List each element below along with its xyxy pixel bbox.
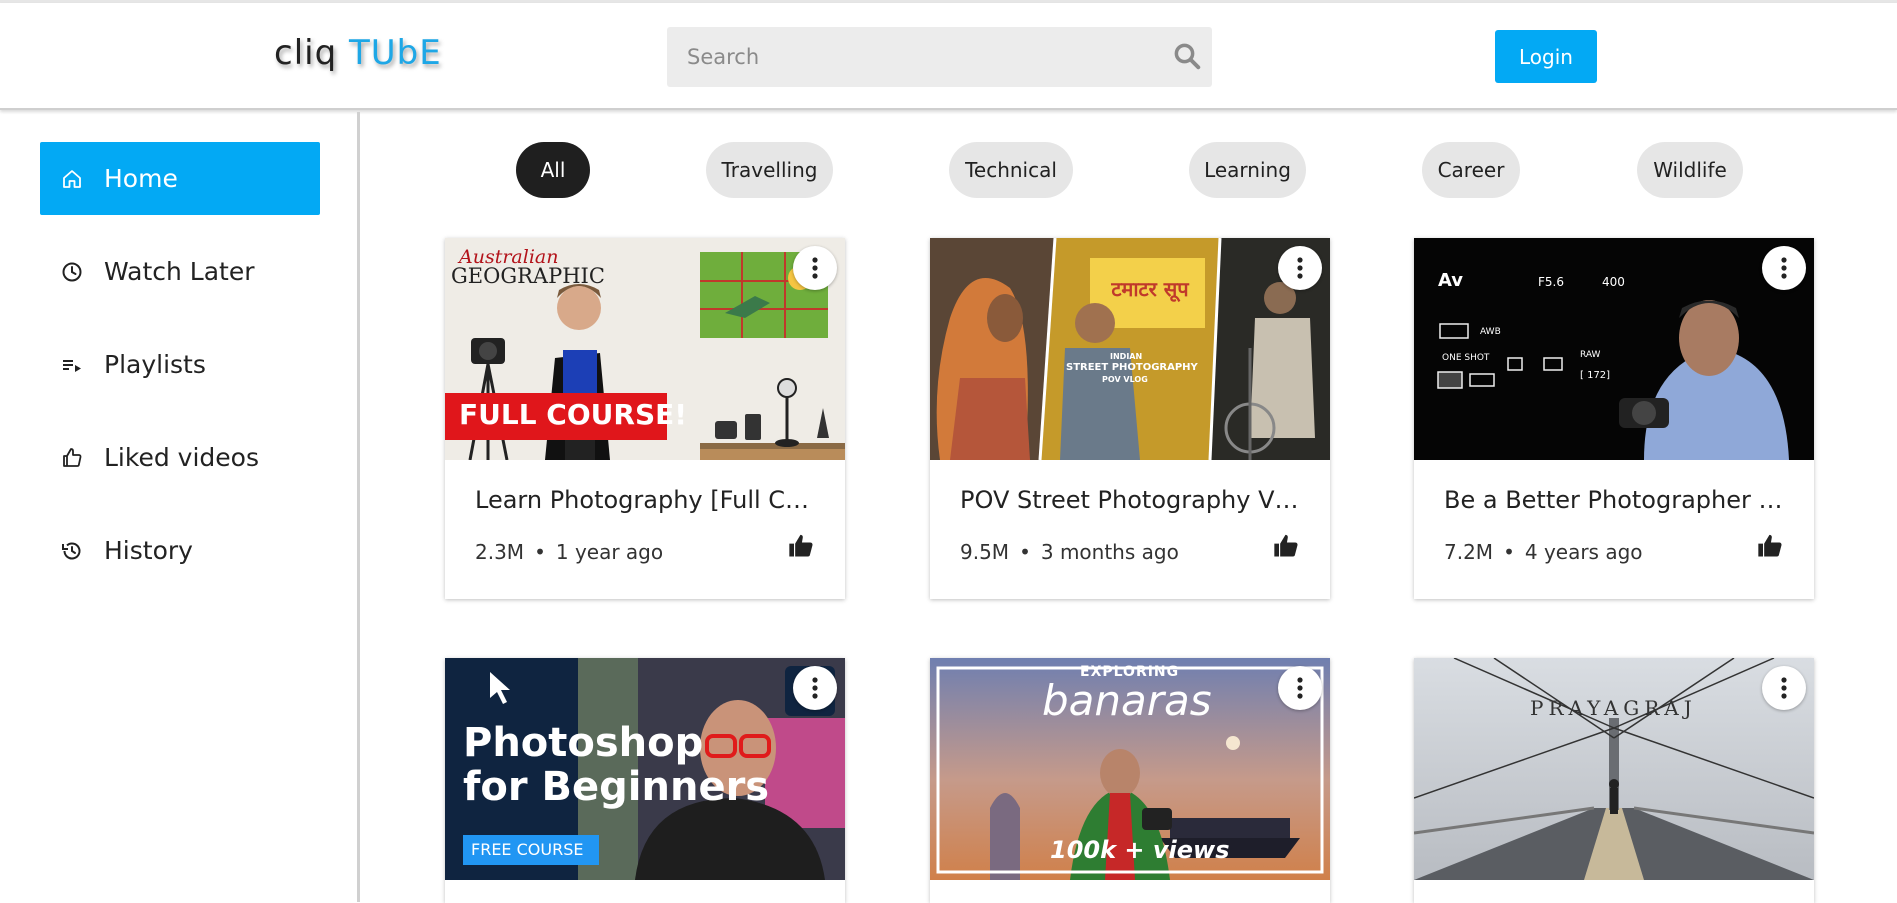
svg-text:टमाटर सूप: टमाटर सूप (1110, 277, 1190, 302)
video-title[interactable]: Be a Better Photographer in... (1444, 486, 1789, 514)
thumb-text: Av (1438, 270, 1464, 291)
separator-dot: • (1503, 540, 1515, 564)
more-options-button[interactable] (793, 246, 837, 290)
video-card[interactable]: PRAYAGRAJ (1414, 658, 1814, 903)
video-card[interactable]: EXPLORING banaras 100k + views (930, 658, 1330, 903)
upload-age: 3 months ago (1040, 540, 1179, 564)
more-options-button[interactable] (1278, 666, 1322, 710)
thumb-text: GEOGRAPHIC (451, 264, 605, 288)
video-title[interactable]: POV Street Photography Vlo... (960, 486, 1305, 514)
video-meta: 2.3M • 1 year ago (475, 540, 663, 564)
chip-learning[interactable]: Learning (1189, 142, 1306, 198)
thumbs-up-icon (60, 446, 84, 470)
upload-age: 1 year ago (555, 540, 664, 564)
video-meta: 7.2M • 4 years ago (1444, 540, 1643, 564)
sidebar-item-label: Watch Later (104, 257, 255, 286)
thumb-text: F5.6 (1538, 275, 1564, 289)
video-thumbnail[interactable]: Australian GEOGRAPHIC FULL COURSE! (445, 238, 845, 460)
thumb-text: [ 172] (1580, 370, 1611, 381)
more-vert-icon (812, 257, 818, 279)
search-input[interactable] (667, 27, 1147, 87)
sidebar-item-label: Liked videos (104, 443, 259, 472)
sidebar-item-label: History (104, 536, 193, 565)
search-icon[interactable] (1172, 41, 1202, 71)
thumb-text: INDIAN (1110, 352, 1143, 361)
app-header: cliq TUbE Login (0, 3, 1897, 110)
logo-part1: cliq (274, 33, 338, 73)
chip-wildlife[interactable]: Wildlife (1637, 142, 1743, 198)
video-card[interactable]: Photoshop for Beginners FREE COURSE (445, 658, 845, 903)
more-options-button[interactable] (793, 666, 837, 710)
more-options-button[interactable] (1762, 246, 1806, 290)
more-vert-icon (1781, 257, 1787, 279)
like-icon[interactable] (787, 532, 815, 560)
sidebar-item-label: Playlists (104, 350, 206, 379)
thumb-text: for Beginners (463, 764, 770, 810)
chip-career[interactable]: Career (1422, 142, 1520, 198)
sidebar: Home Watch Later Playlists Liked videos … (0, 112, 360, 902)
more-options-button[interactable] (1762, 666, 1806, 710)
video-meta: 9.5M • 3 months ago (960, 540, 1179, 564)
thumb-text: PRAYAGRAJ (1530, 696, 1697, 720)
view-count: 9.5M (960, 540, 1010, 564)
view-count: 2.3M (475, 540, 525, 564)
thumb-text: FULL COURSE! (459, 398, 688, 431)
sidebar-item-watch-later[interactable]: Watch Later (40, 235, 320, 308)
sidebar-item-home[interactable]: Home (40, 142, 320, 215)
video-thumbnail[interactable]: Av F5.6 400 AWB ONE SHOT RAW [ 172] (1414, 238, 1814, 460)
video-thumbnail[interactable]: टमाटर सूप INDIAN STREET PHOTOGRAPHY POV … (930, 238, 1330, 460)
login-button[interactable]: Login (1495, 30, 1597, 83)
like-icon[interactable] (1272, 532, 1300, 560)
sidebar-item-history[interactable]: History (40, 514, 320, 587)
video-thumbnail[interactable]: EXPLORING banaras 100k + views (930, 658, 1330, 880)
thumb-text: POV VLOG (1102, 375, 1148, 384)
chip-technical[interactable]: Technical (949, 142, 1073, 198)
thumb-text: banaras (1042, 676, 1212, 725)
thumb-text: 400 (1602, 275, 1625, 289)
video-thumbnail[interactable]: PRAYAGRAJ (1414, 658, 1814, 880)
sidebar-item-label: Home (104, 164, 178, 193)
more-vert-icon (1297, 677, 1303, 699)
thumb-text: FREE COURSE (471, 840, 584, 859)
video-title[interactable]: Learn Photography [Full Co... (475, 486, 820, 514)
thumb-text: STREET PHOTOGRAPHY (1066, 362, 1198, 373)
view-count: 7.2M (1444, 540, 1494, 564)
thumb-text: 100k + views (1050, 836, 1230, 864)
video-thumbnail[interactable]: Photoshop for Beginners FREE COURSE (445, 658, 845, 880)
app-logo[interactable]: cliq TUbE (274, 33, 442, 73)
clock-icon (60, 260, 84, 284)
like-icon[interactable] (1756, 532, 1784, 560)
thumb-text: AWB (1480, 327, 1501, 337)
separator-dot: • (1019, 540, 1031, 564)
logo-part2: TUbE (348, 33, 442, 73)
more-vert-icon (812, 677, 818, 699)
search-bar (667, 27, 1212, 87)
more-options-button[interactable] (1278, 246, 1322, 290)
video-card[interactable]: Australian GEOGRAPHIC FULL COURSE! Learn… (445, 238, 845, 599)
video-card[interactable]: टमाटर सूप INDIAN STREET PHOTOGRAPHY POV … (930, 238, 1330, 599)
thumb-text: RAW (1580, 350, 1601, 360)
sidebar-item-liked-videos[interactable]: Liked videos (40, 421, 320, 494)
upload-age: 4 years ago (1524, 540, 1643, 564)
home-icon (60, 167, 84, 191)
separator-dot: • (534, 540, 546, 564)
thumb-text: Photoshop (463, 720, 704, 766)
history-icon (60, 539, 84, 563)
playlist-icon (60, 353, 84, 377)
thumb-text: ONE SHOT (1442, 353, 1490, 363)
chip-all[interactable]: All (516, 142, 590, 198)
chip-travelling[interactable]: Travelling (706, 142, 833, 198)
more-vert-icon (1781, 677, 1787, 699)
sidebar-item-playlists[interactable]: Playlists (40, 328, 320, 401)
more-vert-icon (1297, 257, 1303, 279)
video-card[interactable]: Av F5.6 400 AWB ONE SHOT RAW [ 172] Be a… (1414, 238, 1814, 599)
